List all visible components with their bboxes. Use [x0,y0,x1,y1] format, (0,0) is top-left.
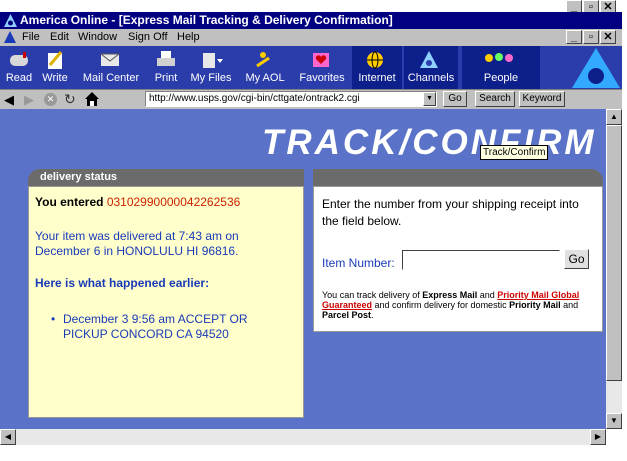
doc-close-button[interactable]: ✕ [600,30,616,44]
person-icon [256,52,270,68]
menu-file[interactable]: File [22,29,40,46]
address-field[interactable]: http://www.usps.gov/cgi-bin/cttgate/ontr… [145,91,437,107]
scroll-left-icon[interactable]: ◀ [0,429,16,445]
doc-maximize-button[interactable]: ▫ [583,30,599,44]
vertical-scroll-thumb[interactable] [606,125,622,381]
item-number-input[interactable] [402,250,560,270]
pencil-paper-icon [48,51,63,69]
toolbar-my-files-button[interactable]: My Files [186,46,236,89]
mailbox-icon [10,52,28,66]
earlier-heading: Here is what happened earlier: [35,276,210,290]
menu-window[interactable]: Window [78,29,117,46]
delivery-status-panel: You entered 03102990000042262536 Your it… [28,186,304,418]
forward-arrow-icon[interactable]: ▶ [24,92,34,108]
tooltip: Track/Confirm [480,145,549,160]
toolbar-people-button[interactable]: People [462,46,540,89]
track-info-text: You can track delivery of Express Mail a… [322,290,580,320]
tracking-number: 03102990000042262536 [106,195,241,209]
aol-logo-icon [4,14,17,27]
channels-icon [420,51,438,68]
delivered-text: Your item was delivered at 7:43 am on De… [35,229,239,258]
toolbar: Read Write Mail Center Print My Files My… [0,46,622,89]
home-icon[interactable] [84,91,100,107]
entered-label: You entered [35,195,104,209]
scroll-up-icon[interactable]: ▲ [606,109,622,125]
globe-icon [367,51,383,69]
aol-menu-icon[interactable] [4,31,16,43]
menu-bar: File Edit Window Sign Off Help _ ▫ ✕ [0,29,622,46]
scroll-right-icon[interactable]: ▶ [590,429,606,445]
doc-minimize-button[interactable]: _ [566,30,582,44]
search-button[interactable]: Search [475,91,515,107]
reload-icon[interactable]: ↻ [64,91,76,108]
item-go-button[interactable]: Go [564,249,589,269]
back-arrow-icon[interactable]: ◀ [4,92,14,108]
mail-center-icon [99,53,121,66]
toolbar-read-button[interactable]: Read [4,46,34,89]
go-button[interactable]: Go [443,91,467,107]
toolbar-favorites-button[interactable]: Favorites [294,46,350,89]
horizontal-scrollbar[interactable]: ◀ ▶ [0,429,606,445]
title-bar: America Online - [Express Mail Tracking … [0,12,622,29]
express-mail-text: Express Mail [422,290,478,300]
instructions-text: Enter the number from your shipping rece… [322,197,579,228]
files-icon [203,53,223,68]
heart-icon [313,53,329,67]
window-title: America Online - [Express Mail Tracking … [20,13,393,27]
keyword-button[interactable]: Keyword [519,91,565,107]
menu-edit[interactable]: Edit [50,29,69,46]
event-list-item: • December 3 9:56 am ACCEPT OR PICKUP CO… [51,312,248,341]
aol-window: _ ▫ ✕ America Online - [Express Mail Tra… [0,0,627,461]
web-content: TRACK/CONFIRM Track/Confirm delivery sta… [0,109,606,429]
menu-sign-off[interactable]: Sign Off [128,29,168,46]
toolbar-mail-center-button[interactable]: Mail Center [76,46,146,89]
bullet-icon: • [51,312,56,326]
track-form-panel: Enter the number from your shipping rece… [313,186,603,332]
aol-triangle-logo-icon [572,48,620,88]
printer-icon [157,51,175,66]
toolbar-print-button[interactable]: Print [150,46,182,89]
people-icon [485,53,513,62]
navigation-bar: ◀ ▶ ✕ ↻ http://www.usps.gov/cgi-bin/cttg… [0,89,622,109]
toolbar-channels-button[interactable]: Channels [404,46,458,89]
menu-help[interactable]: Help [177,29,200,46]
track-form-header [313,169,603,186]
vertical-scrollbar[interactable]: ▲ ▼ [606,109,622,429]
scroll-down-icon[interactable]: ▼ [606,413,622,429]
toolbar-my-aol-button[interactable]: My AOL [240,46,290,89]
toolbar-internet-button[interactable]: Internet [352,46,402,89]
toolbar-write-button[interactable]: Write [38,46,72,89]
address-dropdown-button[interactable]: ▼ [423,92,436,106]
delivery-status-header: delivery status [28,169,304,186]
stop-icon[interactable]: ✕ [44,93,57,106]
item-number-label: Item Number: [322,256,395,270]
